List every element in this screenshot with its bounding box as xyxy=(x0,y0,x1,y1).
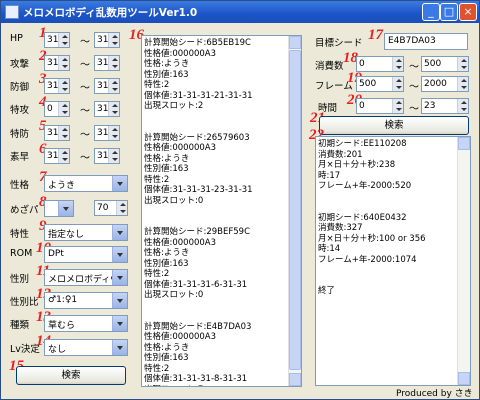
chevron-down-icon xyxy=(112,293,127,308)
chevron-down-icon xyxy=(112,270,127,285)
stat-min-spinner[interactable]: 0 xyxy=(44,101,70,117)
seed-search-button[interactable]: 検索 xyxy=(319,116,469,135)
scroll-down-button[interactable] xyxy=(289,373,301,386)
chevron-down-icon xyxy=(112,340,127,355)
consumption-min-spinner[interactable]: 0 xyxy=(356,56,404,72)
marker-number: 17 xyxy=(368,27,383,43)
scroll-thumb[interactable] xyxy=(289,50,301,370)
level-select[interactable]: なし xyxy=(44,339,128,356)
close-button[interactable]: × xyxy=(459,3,477,21)
range-tilde: ～ xyxy=(409,82,419,93)
stat-max-spinner[interactable]: 31 xyxy=(94,78,120,94)
scroll-up-button[interactable] xyxy=(289,36,301,49)
minimize-button[interactable]: _ xyxy=(422,3,440,21)
range-tilde: ～ xyxy=(80,83,90,94)
maximize-button[interactable]: □ xyxy=(440,3,458,21)
range-tilde: ～ xyxy=(80,60,90,71)
stat-label: 攻撃 xyxy=(10,59,30,70)
chevron-down-icon xyxy=(112,225,127,240)
seed-results-scrollbar[interactable] xyxy=(457,137,470,385)
stat-min-spinner[interactable]: 31 xyxy=(44,125,70,141)
scroll-down-button[interactable] xyxy=(458,372,470,385)
range-tilde: ～ xyxy=(80,106,90,117)
frame-min-spinner[interactable]: 500 xyxy=(356,76,404,92)
time-min-spinner[interactable]: 0 xyxy=(356,98,404,114)
app-window: メロメロボディ乱数用ツールVer1.0 _ □ × HP 1 31 ～ 31 攻… xyxy=(0,0,480,400)
stat-max-spinner[interactable]: 31 xyxy=(94,101,120,117)
stat-min-spinner[interactable]: 31 xyxy=(44,78,70,94)
nature-select[interactable]: ようき xyxy=(44,175,128,192)
client-area: HP 1 31 ～ 31 攻撃 2 31 ～ 31 防御 3 31 ～ 31 特… xyxy=(4,23,476,399)
stat-max-spinner[interactable]: 31 xyxy=(94,148,120,164)
footer-credit: Produced by さき xyxy=(396,389,473,399)
chevron-down-icon xyxy=(112,176,127,191)
ability-label: 特性 xyxy=(10,229,30,240)
range-tilde: ～ xyxy=(80,37,90,48)
nature-label: 性格 xyxy=(10,180,30,191)
encounter-type-label: 種類 xyxy=(10,320,30,331)
stat-max-spinner[interactable]: 31 xyxy=(94,32,120,48)
consumption-max-spinner[interactable]: 500 xyxy=(421,56,469,72)
gender-select[interactable]: メロメロボディ♀ xyxy=(44,269,128,286)
gender-ratio-label: 性別比 xyxy=(10,297,39,308)
seed-results-textarea[interactable]: 初期シード:EE110208 消費数:201 月×日＋分＋秒:238 時:17 … xyxy=(315,136,471,386)
target-seed-label: 目標シード xyxy=(315,38,363,49)
range-tilde: ～ xyxy=(80,153,90,164)
stat-max-spinner[interactable]: 31 xyxy=(94,55,120,71)
title-bar[interactable]: メロメロボディ乱数用ツールVer1.0 _ □ × xyxy=(1,1,479,23)
results-textarea[interactable]: 計算開始シード:6B5EB19C 性格値:000000A3 性格:ようき 性別値… xyxy=(141,35,302,387)
results-scrollbar[interactable] xyxy=(288,36,301,386)
hidden-power-type-select[interactable] xyxy=(44,200,74,217)
scroll-up-button[interactable] xyxy=(458,137,470,150)
chevron-down-icon xyxy=(112,316,127,331)
rom-label: ROM xyxy=(10,248,33,259)
target-seed-input[interactable]: E4B7DA03 xyxy=(384,33,468,50)
time-max-spinner[interactable]: 23 xyxy=(421,98,469,114)
chevron-down-icon xyxy=(58,201,73,216)
ability-select[interactable]: 指定なし xyxy=(44,224,128,241)
chevron-down-icon xyxy=(112,247,127,262)
stat-label: HP xyxy=(10,33,23,44)
hidden-power-label: めざパ xyxy=(10,205,39,216)
gender-label: 性別 xyxy=(10,274,30,285)
stat-min-spinner[interactable]: 31 xyxy=(44,32,70,48)
app-icon xyxy=(5,5,19,19)
search-button[interactable]: 検索 xyxy=(16,366,126,385)
range-tilde: ～ xyxy=(409,62,419,73)
window-title: メロメロボディ乱数用ツールVer1.0 xyxy=(23,7,198,19)
frame-max-spinner[interactable]: 2000 xyxy=(421,76,469,92)
stat-min-spinner[interactable]: 31 xyxy=(44,148,70,164)
hidden-power-value-spinner[interactable]: 70 xyxy=(94,200,128,216)
stat-min-spinner[interactable]: 31 xyxy=(44,55,70,71)
range-tilde: ～ xyxy=(80,130,90,141)
results-text: 計算開始シード:6B5EB19C 性格値:000000A3 性格:ようき 性別値… xyxy=(144,38,253,386)
stat-max-spinner[interactable]: 31 xyxy=(94,125,120,141)
stat-label: 特防 xyxy=(10,129,30,140)
gender-ratio-select[interactable]: ♂1:♀1 xyxy=(44,292,128,309)
stat-label: 素早 xyxy=(10,152,30,163)
seed-results-text: 初期シード:EE110208 消費数:201 月×日＋分＋秒:238 時:17 … xyxy=(318,139,426,296)
encounter-type-select[interactable]: 草むら xyxy=(44,315,128,332)
consumption-label: 消費数 xyxy=(315,61,344,72)
rom-select[interactable]: DPt xyxy=(44,246,128,263)
stat-label: 特攻 xyxy=(10,105,30,116)
range-tilde: ～ xyxy=(409,104,419,115)
stat-label: 防御 xyxy=(10,82,30,93)
